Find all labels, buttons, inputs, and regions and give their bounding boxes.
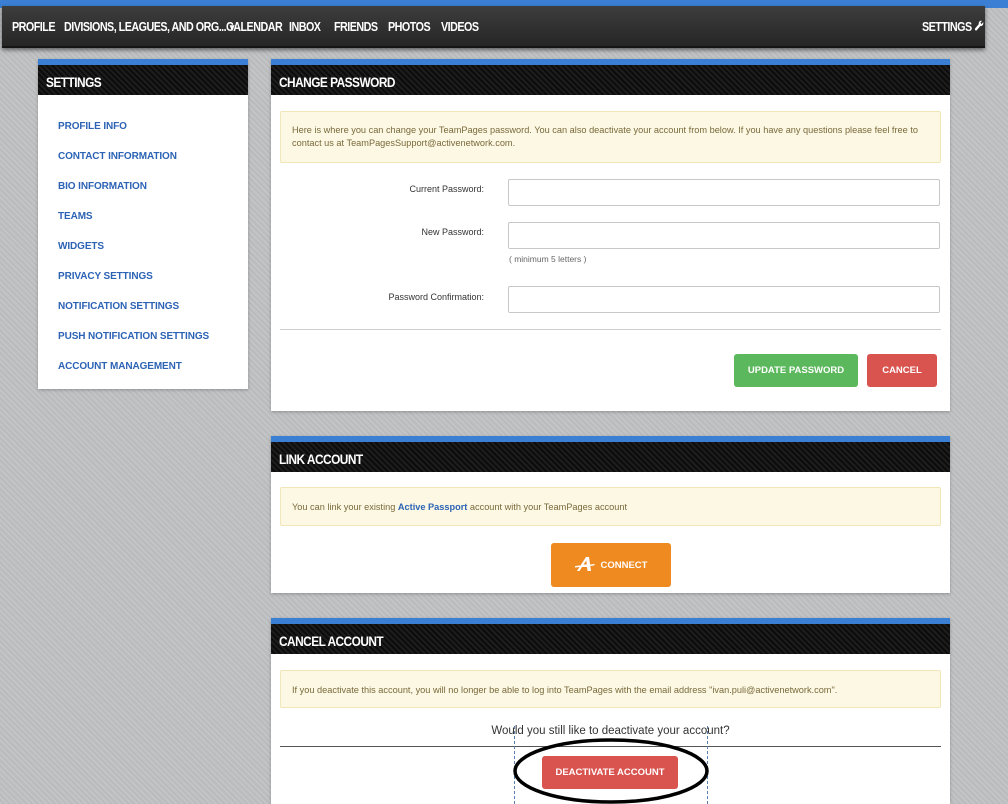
sidebar-title: SETTINGS — [46, 75, 102, 90]
new-password-input[interactable] — [508, 222, 940, 249]
sidebar-item-privacy-settings[interactable]: PRIVACY SETTINGS — [58, 271, 153, 282]
active-logo-icon — [574, 556, 597, 575]
update-password-button[interactable]: UPDATE PASSWORD — [734, 354, 858, 387]
sidebar-item-push-notification-settings[interactable]: PUSH NOTIFICATION SETTINGS — [58, 331, 209, 342]
sidebar-item-profile-info[interactable]: PROFILE INFO — [58, 121, 127, 132]
nav-settings-label: SETTINGS — [922, 20, 972, 34]
link-account-header: LINK ACCOUNT — [271, 436, 950, 472]
active-passport-link[interactable]: Active Passport — [398, 502, 467, 512]
sidebar-header: SETTINGS — [38, 59, 248, 95]
sidebar-item-contact-information[interactable]: CONTACT INFORMATION — [58, 151, 177, 162]
current-password-input[interactable] — [508, 179, 940, 206]
nav-friends[interactable]: FRIENDS — [334, 20, 378, 34]
sidebar-item-widgets[interactable]: WIDGETS — [58, 241, 104, 252]
nav-divisions-label: DIVISIONS, LEAGUES, AND ORG... — [64, 20, 227, 34]
nav-photos[interactable]: PHOTOS — [388, 20, 431, 34]
sidebar-item-bio-information[interactable]: BIO INFORMATION — [58, 181, 147, 192]
nav-inbox[interactable]: INBOX — [289, 20, 321, 34]
cancel-account-header: CANCEL ACCOUNT — [271, 618, 950, 654]
change-password-notice: Here is where you can change your TeamPa… — [280, 111, 941, 163]
connect-label: CONNECT — [600, 559, 648, 571]
change-password-panel: CHANGE PASSWORD Here is where you can ch… — [271, 59, 950, 411]
link-account-notice: You can link your existing Active Passpo… — [280, 487, 941, 526]
nav-settings[interactable]: SETTINGS — [922, 20, 984, 34]
wrench-icon — [974, 20, 984, 34]
cancel-account-title: CANCEL ACCOUNT — [279, 634, 384, 649]
link-account-notice-text-before: You can link your existing — [292, 502, 398, 512]
password-length-hint: ( minimum 5 letters ) — [509, 254, 587, 264]
password-confirmation-input[interactable] — [508, 286, 940, 313]
divider — [280, 329, 941, 330]
nav-divisions[interactable]: DIVISIONS, LEAGUES, AND ORG... ▼ — [64, 20, 236, 34]
sidebar-item-notification-settings[interactable]: NOTIFICATION SETTINGS — [58, 301, 179, 312]
settings-sidebar: SETTINGS PROFILE INFO CONTACT INFORMATIO… — [38, 59, 248, 389]
link-account-panel: LINK ACCOUNT You can link your existing … — [271, 436, 950, 593]
sidebar-item-account-management[interactable]: ACCOUNT MANAGEMENT — [58, 361, 182, 372]
top-navigation: PROFILE DIVISIONS, LEAGUES, AND ORG... ▼ … — [2, 6, 985, 48]
sidebar-item-teams[interactable]: TEAMS — [58, 211, 93, 222]
annotation-ellipse — [513, 738, 709, 804]
change-password-title: CHANGE PASSWORD — [279, 75, 395, 90]
connect-button[interactable]: CONNECT — [551, 543, 671, 587]
nav-calendar[interactable]: CALENDAR — [226, 20, 283, 34]
nav-profile[interactable]: PROFILE — [12, 20, 56, 34]
new-password-label: New Password: — [421, 227, 484, 237]
link-account-notice-text-after: account with your TeamPages account — [467, 502, 628, 512]
link-account-title: LINK ACCOUNT — [279, 452, 363, 467]
nav-videos[interactable]: VIDEOS — [441, 20, 479, 34]
current-password-label: Current Password: — [409, 184, 484, 194]
change-password-header: CHANGE PASSWORD — [271, 59, 950, 95]
password-confirmation-label: Password Confirmation: — [388, 292, 484, 302]
cancel-account-notice: If you deactivate this account, you will… — [280, 670, 941, 708]
cancel-button[interactable]: CANCEL — [867, 354, 937, 387]
